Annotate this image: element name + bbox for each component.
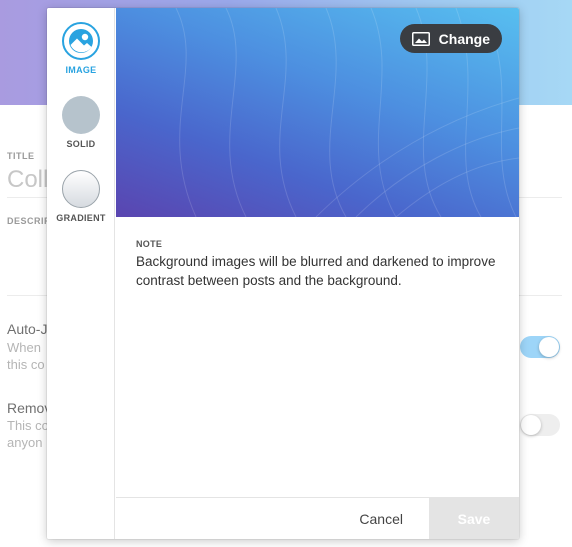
picture-icon — [411, 31, 430, 46]
gradient-swatch — [62, 170, 100, 208]
title-field-label: TITLE — [7, 151, 35, 161]
remove-toggle[interactable] — [520, 414, 560, 436]
save-button[interactable]: Save — [429, 498, 519, 539]
option-solid-label: SOLID — [66, 139, 96, 149]
change-image-button[interactable]: Change — [399, 24, 502, 53]
remove-subtitle-1: This co — [7, 418, 49, 433]
remove-subtitle-2: anyon — [7, 435, 43, 450]
change-button-label: Change — [438, 30, 490, 47]
stage: TITLE Coll DESCRIP Auto-J When this co R… — [0, 0, 572, 547]
solid-swatch — [62, 96, 100, 134]
note-text: Background images will be blurred and da… — [136, 254, 496, 288]
background-type-sidebar: IMAGE SOLID GRADIENT — [47, 8, 115, 539]
option-gradient-label: GRADIENT — [56, 213, 106, 223]
toggle-knob — [539, 337, 559, 357]
auto-join-subtitle-2: this co — [7, 357, 45, 372]
option-gradient[interactable]: GRADIENT — [47, 170, 115, 223]
background-image-preview: Change — [116, 8, 519, 217]
auto-join-toggle[interactable] — [520, 336, 560, 358]
description-field-label: DESCRIP — [7, 216, 51, 226]
option-image-label: IMAGE — [65, 65, 97, 75]
auto-join-subtitle-1: When — [7, 340, 41, 355]
note-label: NOTE — [136, 239, 163, 249]
popup-footer: Cancel Save — [116, 497, 519, 539]
image-icon — [69, 29, 93, 53]
remove-title: Remov — [7, 400, 52, 416]
option-image[interactable]: IMAGE — [47, 22, 115, 75]
title-field-value[interactable]: Coll — [7, 166, 48, 194]
auto-join-title: Auto-J — [7, 321, 48, 337]
image-option-circle — [62, 22, 100, 60]
option-solid[interactable]: SOLID — [47, 96, 115, 149]
background-picker-popup: IMAGE SOLID GRADIENT Change NOTE Backgro… — [47, 8, 519, 539]
toggle-knob — [521, 415, 541, 435]
cancel-button[interactable]: Cancel — [116, 498, 428, 539]
